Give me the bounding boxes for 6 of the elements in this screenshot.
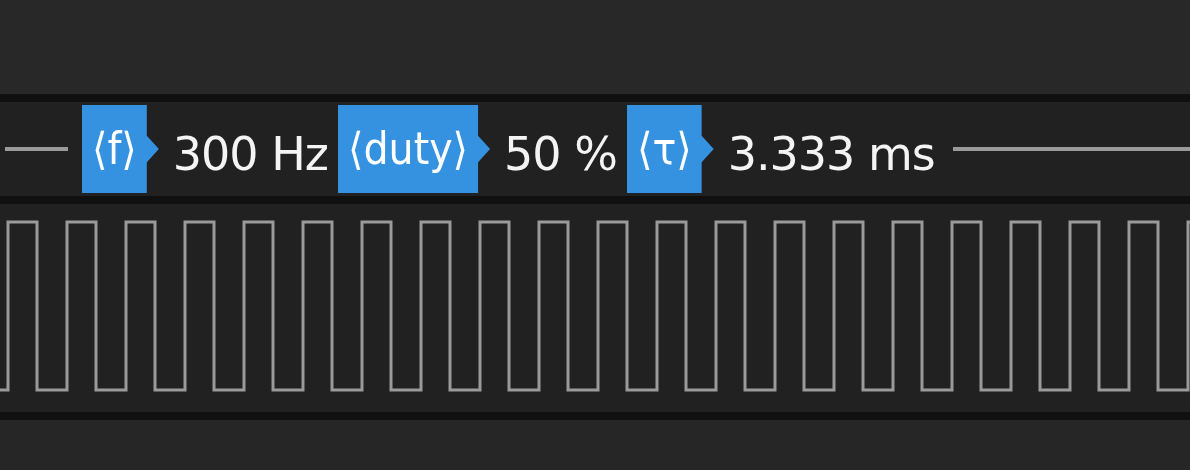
measurement-tag[interactable]: ⟨f⟩ [82, 105, 159, 193]
measurement-tag[interactable]: ⟨τ⟩ [626, 105, 714, 193]
measurement-value: 3.333 ms [727, 126, 935, 177]
measurement-tag[interactable]: ⟨duty⟩ [338, 105, 491, 193]
measurement-value: 50 % [504, 126, 617, 177]
measurement-value: 300 Hz [172, 126, 328, 177]
